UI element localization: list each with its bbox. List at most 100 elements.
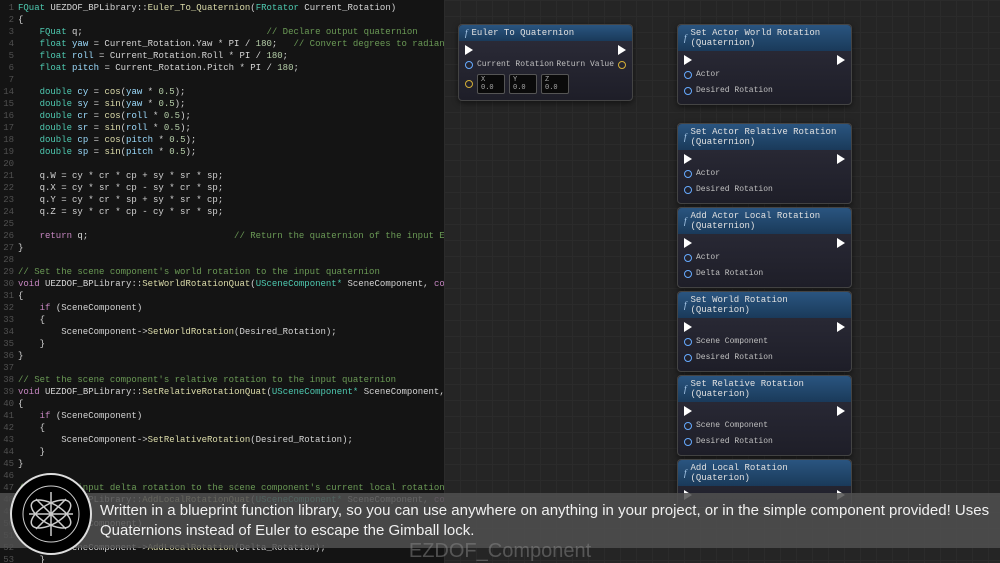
line-content: q.Y = cy * cr * sp + sy * sr * cp; (18, 194, 444, 206)
data-pin[interactable] (684, 186, 692, 194)
line-number: 45 (0, 458, 18, 470)
line-content: } (18, 338, 444, 350)
exec-pin-out[interactable] (837, 55, 845, 65)
code-line[interactable]: 37 (0, 362, 444, 374)
exec-pin-out[interactable] (837, 154, 845, 164)
line-number: 44 (0, 446, 18, 458)
code-line[interactable]: 40{ (0, 398, 444, 410)
code-line[interactable]: 39void UEZDOF_BPLibrary::SetRelativeRota… (0, 386, 444, 398)
data-pin[interactable] (684, 438, 692, 446)
code-line[interactable]: 22 q.X = cy * sr * cp - sy * cr * sp; (0, 182, 444, 194)
code-line[interactable]: 43 SceneComponent->SetRelativeRotation(D… (0, 434, 444, 446)
node-header[interactable]: fEuler To Quaternion (459, 25, 632, 41)
vector-input[interactable]: Y 0.0 (509, 74, 537, 94)
data-pin[interactable] (684, 354, 692, 362)
exec-pin-out[interactable] (618, 45, 626, 55)
line-number: 43 (0, 434, 18, 446)
data-pin[interactable] (684, 338, 692, 346)
line-content (18, 254, 444, 266)
line-content: q.Z = sy * cr * cp - cy * sr * sp; (18, 206, 444, 218)
line-content: double cy = cos(yaw * 0.5); (18, 86, 444, 98)
code-line[interactable]: 7 (0, 74, 444, 86)
blueprint-node[interactable]: fSet Actor World Rotation (Quaternion)Ac… (677, 24, 852, 105)
code-line[interactable]: 26 return q; // Return the quaternion of… (0, 230, 444, 242)
code-line[interactable]: 6 float pitch = Current_Rotation.Pitch *… (0, 62, 444, 74)
data-pin-out[interactable] (618, 61, 626, 69)
code-line[interactable]: 28 (0, 254, 444, 266)
exec-pin-out[interactable] (837, 238, 845, 248)
code-line[interactable]: 19 double sp = sin(pitch * 0.5); (0, 146, 444, 158)
code-line[interactable]: 14 double cy = cos(yaw * 0.5); (0, 86, 444, 98)
data-pin[interactable] (684, 170, 692, 178)
node-header[interactable]: fAdd Actor Local Rotation (Quaternion) (678, 208, 851, 234)
logo-icon (21, 484, 81, 544)
exec-pin-in[interactable] (684, 238, 692, 248)
code-line[interactable]: 30void UEZDOF_BPLibrary::SetWorldRotatio… (0, 278, 444, 290)
code-line[interactable]: 31{ (0, 290, 444, 302)
code-line[interactable]: 24 q.Z = sy * cr * cp - cy * sr * sp; (0, 206, 444, 218)
code-line[interactable]: 34 SceneComponent->SetWorldRotation(Desi… (0, 326, 444, 338)
line-content (18, 158, 444, 170)
node-header[interactable]: fSet Relative Rotation (Quaterion) (678, 376, 851, 402)
exec-pin-out[interactable] (837, 406, 845, 416)
code-line[interactable]: 15 double sy = sin(yaw * 0.5); (0, 98, 444, 110)
node-header[interactable]: fAdd Local Rotation (Quaterion) (678, 460, 851, 486)
pin-label: Current Rotation (477, 60, 554, 69)
node-header[interactable]: fSet Actor World Rotation (Quaternion) (678, 25, 851, 51)
data-pin[interactable] (465, 61, 473, 69)
line-number: 31 (0, 290, 18, 302)
code-line[interactable]: 29// Set the scene component's world rot… (0, 266, 444, 278)
data-pin[interactable] (684, 422, 692, 430)
node-header[interactable]: fSet World Rotation (Quaterion) (678, 292, 851, 318)
data-pin[interactable] (465, 80, 473, 88)
line-content: } (18, 242, 444, 254)
exec-pin-in[interactable] (465, 45, 473, 55)
data-pin[interactable] (684, 71, 692, 79)
code-line[interactable]: 1FQuat UEZDOF_BPLibrary::Euler_To_Quater… (0, 2, 444, 14)
code-line[interactable]: 5 float roll = Current_Rotation.Roll * P… (0, 50, 444, 62)
blueprint-node[interactable]: fSet World Rotation (Quaterion)Scene Com… (677, 291, 852, 372)
code-line[interactable]: 53 } (0, 554, 444, 563)
code-line[interactable]: 41 if (SceneComponent) (0, 410, 444, 422)
code-line[interactable]: 36} (0, 350, 444, 362)
exec-pin-in[interactable] (684, 406, 692, 416)
blueprint-node[interactable]: fEuler To QuaternionCurrent RotationRetu… (458, 24, 633, 101)
code-line[interactable]: 32 if (SceneComponent) (0, 302, 444, 314)
data-pin[interactable] (684, 87, 692, 95)
blueprint-node[interactable]: fSet Relative Rotation (Quaterion)Scene … (677, 375, 852, 456)
code-line[interactable]: 25 (0, 218, 444, 230)
node-title: Set Actor World Rotation (Quaternion) (691, 28, 845, 48)
exec-pin-in[interactable] (684, 55, 692, 65)
vector-input[interactable]: Z 0.0 (541, 74, 569, 94)
code-line[interactable]: 33 { (0, 314, 444, 326)
exec-pin-in[interactable] (684, 322, 692, 332)
blueprint-node[interactable]: fSet Actor Relative Rotation (Quaternion… (677, 123, 852, 204)
pin-label: Desired Rotation (696, 185, 773, 194)
code-line[interactable]: 18 double cp = cos(pitch * 0.5); (0, 134, 444, 146)
code-line[interactable]: 23 q.Y = cy * cr * sp + sy * sr * cp; (0, 194, 444, 206)
exec-pin-out[interactable] (837, 322, 845, 332)
node-header[interactable]: fSet Actor Relative Rotation (Quaternion… (678, 124, 851, 150)
line-content: double sr = sin(roll * 0.5); (18, 122, 444, 134)
code-line[interactable]: 42 { (0, 422, 444, 434)
exec-pin-in[interactable] (684, 154, 692, 164)
code-line[interactable]: 45} (0, 458, 444, 470)
line-number: 2 (0, 14, 18, 26)
code-line[interactable]: 27} (0, 242, 444, 254)
code-line[interactable]: 20 (0, 158, 444, 170)
blueprint-node[interactable]: fAdd Actor Local Rotation (Quaternion)Ac… (677, 207, 852, 288)
code-line[interactable]: 2{ (0, 14, 444, 26)
code-line[interactable]: 4 float yaw = Current_Rotation.Yaw * PI … (0, 38, 444, 50)
code-line[interactable]: 17 double sr = sin(roll * 0.5); (0, 122, 444, 134)
code-line[interactable]: 3 FQuat q; // Declare output quaternion (0, 26, 444, 38)
code-line[interactable]: 38// Set the scene component's relative … (0, 374, 444, 386)
blueprint-graph-panel[interactable]: fEuler To QuaternionCurrent RotationRetu… (444, 0, 1000, 563)
code-line[interactable]: 44 } (0, 446, 444, 458)
vector-input[interactable]: X 0.0 (477, 74, 505, 94)
code-line[interactable]: 16 double cr = cos(roll * 0.5); (0, 110, 444, 122)
code-line[interactable]: 21 q.W = cy * cr * cp + sy * sr * sp; (0, 170, 444, 182)
code-line[interactable]: 35 } (0, 338, 444, 350)
data-pin[interactable] (684, 254, 692, 262)
data-pin[interactable] (684, 270, 692, 278)
line-number: 36 (0, 350, 18, 362)
